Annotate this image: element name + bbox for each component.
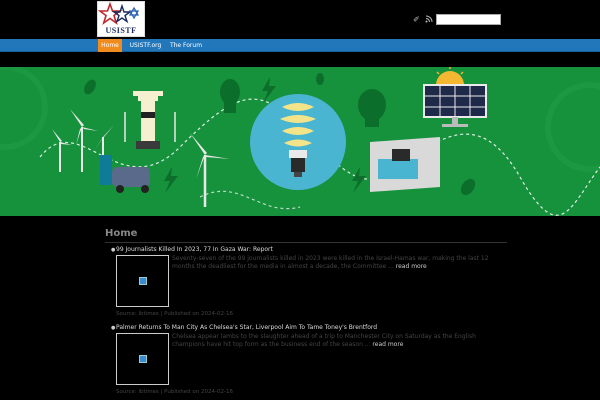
article-item: ● 99 Journalists Killed In 2023, 77 In G… (105, 246, 507, 326)
site-logo[interactable]: USISTF (97, 1, 145, 37)
article-excerpt-text: Seventy-seven of the 99 journalists kill… (172, 255, 489, 270)
rss-icon[interactable] (425, 15, 433, 26)
article-thumbnail[interactable] (116, 255, 169, 307)
nav-item-the-forum[interactable]: The Forum (166, 39, 206, 52)
article-excerpt: Chelsea appear lambs to the slaughter ah… (172, 333, 507, 349)
article-source: Source: ibtimes | Published on 2024-02-1… (116, 389, 233, 395)
main-content: Home ● 99 Journalists Killed In 2023, 77… (105, 228, 507, 400)
bullet-icon: ● (111, 325, 116, 331)
search-input[interactable] (436, 14, 501, 25)
article-source: Source: ibtimes | Published on 2024-02-1… (116, 311, 233, 317)
article-excerpt-text: Chelsea appear lambs to the slaughter ah… (172, 333, 476, 348)
read-more-link[interactable]: read more (372, 341, 403, 348)
site-header: USISTF ✐ (0, 0, 600, 39)
nav-item-usistf-org[interactable]: USISTF.org (127, 39, 164, 52)
nav-item-home[interactable]: Home (98, 39, 122, 52)
page-title: Home (105, 228, 138, 239)
share-icon[interactable]: ✐ (413, 15, 420, 25)
article-title-link[interactable]: Palmer Returns To Man City As Chelsea's … (116, 324, 377, 331)
logo-text: USISTF (105, 26, 137, 35)
main-nav: Home USISTF.org The Forum (0, 39, 600, 52)
social-icons: ✐ (413, 15, 435, 25)
hero-banner (0, 67, 600, 216)
article-title-link[interactable]: 99 Journalists Killed In 2023, 77 In Gaz… (116, 246, 273, 253)
article-item: ● Palmer Returns To Man City As Chelsea'… (105, 324, 507, 400)
broken-image-icon (139, 355, 147, 363)
bullet-icon: ● (111, 247, 116, 253)
read-more-link[interactable]: read more (396, 263, 427, 270)
broken-image-icon (139, 277, 147, 285)
logo-stars-icon (97, 1, 140, 26)
article-thumbnail[interactable] (116, 333, 169, 385)
title-divider (105, 242, 507, 243)
article-excerpt: Seventy-seven of the 99 journalists kill… (172, 255, 507, 271)
green-energy-illustration (0, 67, 600, 216)
